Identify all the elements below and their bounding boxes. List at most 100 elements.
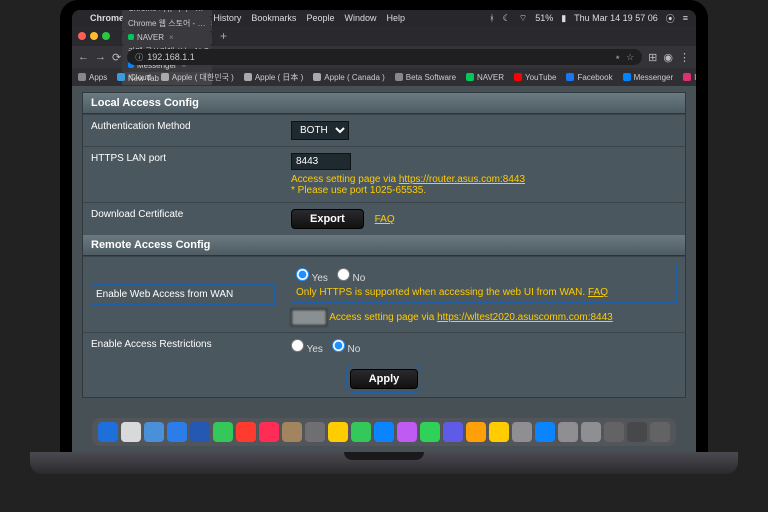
bookmark-item[interactable]: YouTube <box>514 72 556 83</box>
browser-tab[interactable]: Chrome 커뮤니티 - …× <box>122 10 212 16</box>
active-app-name[interactable]: Chrome <box>90 13 124 23</box>
menu-window[interactable]: Window <box>344 13 376 23</box>
dock-app-icon[interactable] <box>236 422 256 442</box>
wan-yes-radio[interactable]: Yes <box>296 273 328 284</box>
https-hint-text: Access setting page via <box>291 174 399 185</box>
auth-method-select[interactable]: BOTH <box>291 121 349 140</box>
dock-app-icon[interactable] <box>259 422 279 442</box>
dock-app-icon[interactable] <box>328 422 348 442</box>
back-button[interactable]: ← <box>78 51 89 63</box>
dock-app-icon[interactable] <box>420 422 440 442</box>
extensions-icon[interactable]: ⊞ <box>648 51 657 64</box>
wan-hint-text: Only HTTPS is supported when accessing t… <box>296 287 588 298</box>
cert-faq-link[interactable]: FAQ <box>375 214 395 225</box>
window-zoom-button[interactable] <box>102 32 110 40</box>
reload-button[interactable]: ⟳ <box>112 51 121 64</box>
bookmark-icon[interactable]: ☆ <box>626 52 634 63</box>
https-lan-link[interactable]: https://router.asus.com:8443 <box>399 174 525 185</box>
dock-app-icon[interactable] <box>466 422 486 442</box>
battery-icon: ▮ <box>561 13 566 24</box>
bookmark-item[interactable]: Instagram <box>683 72 696 83</box>
browser-tab[interactable]: NAVER× <box>122 31 212 44</box>
browser-toolbar: ← → ⟳ ⓘ 192.168.1.1 ⭑ ☆ ⊞ ◉ ⋮ <box>72 46 696 68</box>
browser-tab[interactable]: Chrome 웹 스토어 - …× <box>122 16 212 31</box>
url-text: 192.168.1.1 <box>147 52 195 62</box>
https-port-input[interactable] <box>291 153 351 170</box>
bookmark-item[interactable]: Beta Software <box>395 72 456 83</box>
menu-people[interactable]: People <box>306 13 334 23</box>
bookmark-item[interactable]: iCloud <box>117 72 151 83</box>
chrome-menu-icon[interactable]: ⋮ <box>679 51 690 64</box>
dock-app-icon[interactable] <box>627 422 647 442</box>
spotlight-icon[interactable]: ⦿ <box>666 12 675 25</box>
apply-button[interactable]: Apply <box>350 369 419 389</box>
bookmark-item[interactable]: Apple ( 日本 ) <box>244 72 303 83</box>
menu-history[interactable]: History <box>213 13 241 23</box>
address-bar[interactable]: ⓘ 192.168.1.1 ⭑ ☆ <box>127 49 642 65</box>
dock-app-icon[interactable] <box>213 422 233 442</box>
wifi-icon[interactable]: ⌔ <box>519 13 527 24</box>
dock-app-icon[interactable] <box>121 422 141 442</box>
tab-bar: New Tab×Chrome 커뮤니티 - …×Chrome 웹 스토어 - …… <box>72 26 696 46</box>
wan-port-input[interactable] <box>291 309 327 326</box>
close-tab-icon[interactable]: × <box>169 33 174 42</box>
dock-app-icon[interactable] <box>374 422 394 442</box>
access-restrict-label: Enable Access Restrictions <box>83 333 283 362</box>
dock-app-icon[interactable] <box>581 422 601 442</box>
window-minimize-button[interactable] <box>90 32 98 40</box>
new-tab-button[interactable]: + <box>216 29 231 43</box>
dnd-icon[interactable]: ☾ <box>503 13 511 24</box>
dock-app-icon[interactable] <box>351 422 371 442</box>
site-info-icon[interactable]: ⓘ <box>135 52 143 63</box>
clock[interactable]: Thu Mar 14 19 57 06 <box>574 13 658 23</box>
export-cert-button[interactable]: Export <box>291 209 364 229</box>
dock-app-icon[interactable] <box>535 422 555 442</box>
forward-button[interactable]: → <box>95 51 106 63</box>
wan-faq-link[interactable]: FAQ <box>588 287 608 298</box>
battery-percent: 51% <box>535 13 553 23</box>
macos-dock <box>92 418 676 446</box>
dock-app-icon[interactable] <box>443 422 463 442</box>
restrict-yes-radio[interactable]: Yes <box>291 344 323 355</box>
bookmark-item[interactable]: Apps <box>78 72 107 83</box>
dock-app-icon[interactable] <box>558 422 578 442</box>
translate-icon[interactable]: ⭑ <box>615 52 620 63</box>
dock-app-icon[interactable] <box>98 422 118 442</box>
bookmark-item[interactable]: NAVER <box>466 72 504 83</box>
bookmark-item[interactable]: Messenger <box>623 72 674 83</box>
dock-app-icon[interactable] <box>282 422 302 442</box>
menu-bookmarks[interactable]: Bookmarks <box>251 13 296 23</box>
https-port-label: HTTPS LAN port <box>83 147 283 203</box>
menu-extra-icon[interactable]: ≡ <box>683 13 688 23</box>
menu-help[interactable]: Help <box>386 13 405 23</box>
laptop-chassis <box>30 452 738 474</box>
local-access-heading: Local Access Config <box>83 93 685 114</box>
wan-access-label: Enable Web Access from WAN <box>91 284 275 305</box>
close-tab-icon[interactable]: × <box>210 19 212 28</box>
dock-app-icon[interactable] <box>489 422 509 442</box>
dock-app-icon[interactable] <box>604 422 624 442</box>
router-admin-page: Local Access Config Authentication Metho… <box>72 86 696 460</box>
dock-app-icon[interactable] <box>512 422 532 442</box>
dock-app-icon[interactable] <box>144 422 164 442</box>
close-tab-icon[interactable]: × <box>208 10 212 13</box>
wan-no-radio[interactable]: No <box>337 273 366 284</box>
download-cert-label: Download Certificate <box>83 203 283 236</box>
port-range-hint: * Please use port 1025-65535. <box>291 185 677 196</box>
auth-method-label: Authentication Method <box>83 115 283 147</box>
bookmark-item[interactable]: Apple ( 대한민국 ) <box>161 72 234 83</box>
dock-app-icon[interactable] <box>305 422 325 442</box>
restrict-no-radio[interactable]: No <box>332 344 361 355</box>
dock-app-icon[interactable] <box>650 422 670 442</box>
dock-app-icon[interactable] <box>190 422 210 442</box>
window-close-button[interactable] <box>78 32 86 40</box>
dock-app-icon[interactable] <box>167 422 187 442</box>
profile-icon[interactable]: ◉ <box>663 51 673 64</box>
dock-app-icon[interactable] <box>397 422 417 442</box>
remote-access-heading: Remote Access Config <box>83 235 685 256</box>
wan-url-link[interactable]: https://wltest2020.asuscomm.com:8443 <box>437 312 613 323</box>
bluetooth-icon[interactable]: ᚼ <box>489 13 494 23</box>
wan-url-prefix: Access setting page via <box>329 312 437 323</box>
bookmark-item[interactable]: Facebook <box>566 72 612 83</box>
bookmark-item[interactable]: Apple ( Canada ) <box>313 72 384 83</box>
